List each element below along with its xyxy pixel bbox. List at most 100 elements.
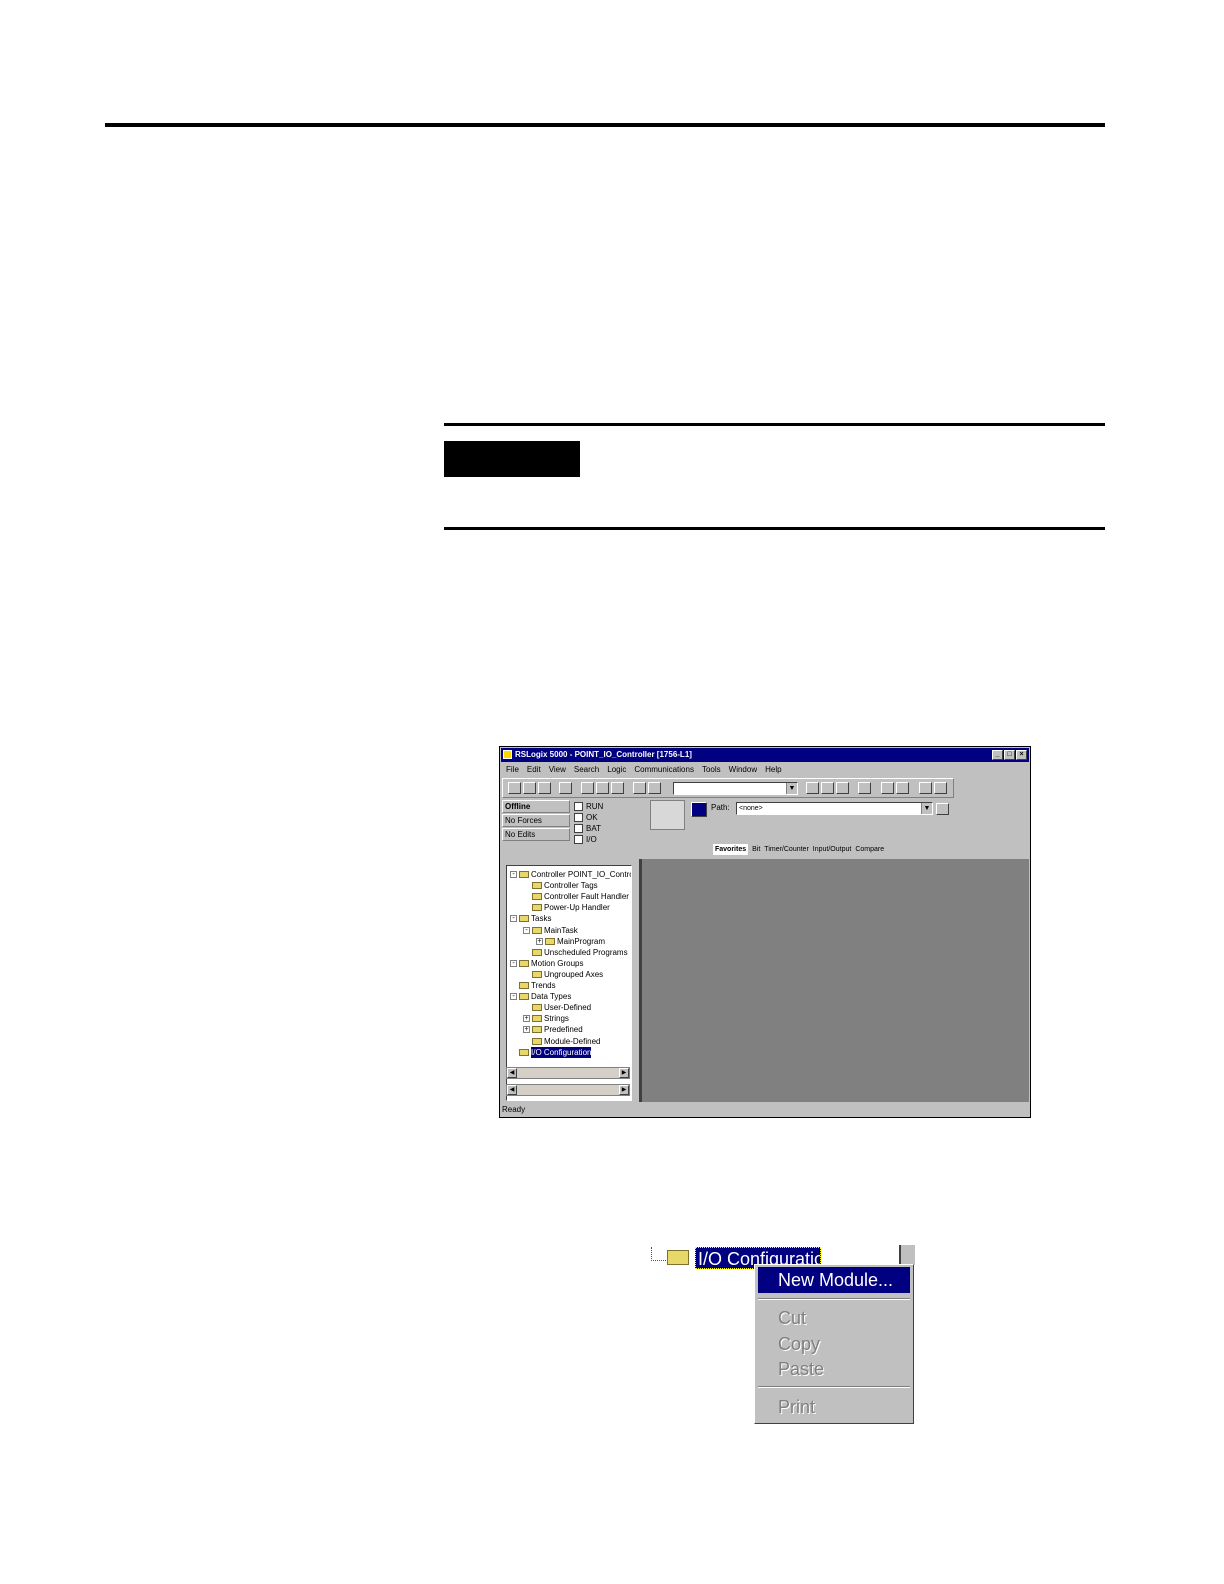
properties-icon[interactable] [896,782,909,794]
zoom-out-icon[interactable] [934,782,947,794]
menu-search[interactable]: Search [574,763,599,776]
menu-file[interactable]: File [506,763,519,776]
tree-line-icon [510,1049,517,1056]
expand-icon[interactable]: + [523,1015,530,1023]
app-icon [503,750,512,759]
tree-line-icon [523,949,530,956]
menu-help[interactable]: Help [765,763,781,776]
save-icon[interactable] [538,782,551,794]
undo-icon[interactable] [633,782,646,794]
tree-node[interactable]: - Motion Groups [510,958,583,969]
cut-menu-item[interactable]: Cut [758,1305,910,1331]
redo-icon[interactable] [648,782,661,794]
scroll-left-icon[interactable]: ◀ [507,1068,517,1078]
forces-status[interactable]: No Forces [502,814,570,827]
tree-node[interactable]: Controller Tags [523,880,598,891]
folder-icon [532,948,542,956]
controller-indicators: RUN OK BAT I/O [574,801,603,845]
paste-menu-item[interactable]: Paste [758,1356,910,1382]
close-button[interactable]: × [1016,750,1027,760]
expand-icon[interactable]: + [523,1026,530,1034]
print-icon[interactable] [559,782,572,794]
note-top-rule [444,423,1105,426]
tree-node[interactable]: User-Defined [523,1002,591,1013]
tree-node[interactable]: Ungrouped Axes [523,969,603,980]
copy-menu-item[interactable]: Copy [758,1331,910,1357]
minimize-button[interactable]: _ [992,750,1003,760]
new-module-menu-item[interactable]: New Module... [758,1267,910,1293]
main-toolbar: ▼ [502,778,954,798]
organizer-hscrollbar[interactable]: ◀ ▶ [506,1067,630,1079]
tree-node[interactable]: Controller Fault Handler [523,891,629,902]
tree-node[interactable]: Trends [510,980,556,991]
open-folder-icon[interactable] [523,782,536,794]
cut-icon[interactable] [581,782,594,794]
scroll-right-icon[interactable]: ▶ [619,1068,629,1078]
tree-node-label: Predefined [544,1025,583,1035]
menu-tools[interactable]: Tools [702,763,721,776]
organizer-hscrollbar-2[interactable]: ◀ ▶ [506,1084,630,1096]
menu-logic[interactable]: Logic [607,763,626,776]
menu-window[interactable]: Window [729,763,757,776]
organizer-icon[interactable] [858,782,871,794]
tree-node[interactable]: - Controller POINT_IO_Controller [510,869,631,880]
tree-node-label: Controller Tags [544,881,598,891]
menu-communications[interactable]: Communications [634,763,694,776]
mode-status[interactable]: Offline [502,800,570,813]
folder-icon [532,893,542,901]
search-combo[interactable]: ▼ [673,782,798,795]
folder-icon [532,926,542,934]
tree-node[interactable]: Unscheduled Programs [523,947,628,958]
tree-node[interactable]: + Strings [523,1013,569,1024]
zoom-in-icon[interactable] [919,782,932,794]
controller-organizer: - Controller POINT_IO_Controller Controlle… [506,865,632,1101]
verify-module-icon[interactable] [836,782,849,794]
path-combo[interactable]: <none> ▼ [736,802,933,815]
print-menu-item[interactable]: Print [758,1394,910,1420]
tree-node[interactable]: + MainProgram [536,936,605,947]
tree-line-icon [523,893,530,900]
collapse-icon[interactable]: - [510,993,517,1001]
tree-node[interactable]: Module-Defined [523,1036,600,1047]
scroll-right-icon[interactable]: ▶ [619,1085,629,1095]
tree-node[interactable]: Power-Up Handler [523,902,610,913]
maximize-button[interactable]: □ [1004,750,1015,760]
menu-edit[interactable]: Edit [527,763,541,776]
verify-routine-icon[interactable] [806,782,819,794]
folder-icon [532,970,542,978]
new-file-icon[interactable] [508,782,521,794]
scroll-left-icon[interactable]: ◀ [507,1085,517,1095]
folder-icon [532,1026,542,1034]
tab-bit[interactable]: Bit [752,844,760,855]
tree-node[interactable]: - Data Types [510,991,571,1002]
who-active-icon[interactable] [936,803,949,815]
tree-line-icon [523,1038,530,1045]
tree-node-label: Power-Up Handler [544,903,610,913]
verify-controller-icon[interactable] [821,782,834,794]
collapse-icon[interactable]: - [510,959,517,967]
tree-node[interactable]: + Predefined [523,1024,583,1035]
tree-line-icon [523,904,530,911]
tree-node-label: Unscheduled Programs [544,947,628,957]
tree-node[interactable]: - MainTask [523,925,578,936]
tree-node-label: I/O Configuration [531,1046,592,1058]
expand-icon[interactable]: + [536,937,543,945]
tree-node[interactable]: - Tasks [510,913,551,924]
collapse-icon[interactable]: - [510,871,517,878]
tab-timer-counter[interactable]: Timer/Counter [764,844,808,855]
tab-input-output[interactable]: Input/Output [813,844,852,855]
edits-status[interactable]: No Edits [502,828,570,841]
collapse-icon[interactable]: - [510,915,517,923]
tab-compare[interactable]: Compare [855,844,884,855]
chevron-down-icon[interactable]: ▼ [921,803,932,814]
watch-icon[interactable] [881,782,894,794]
network-icon[interactable] [691,802,707,817]
copy-icon[interactable] [596,782,609,794]
tree-node[interactable]: I/O Configuration [510,1046,592,1058]
collapse-icon[interactable]: - [523,926,530,934]
tab-favorites[interactable]: Favorites [713,844,749,855]
tree-line-icon [523,971,530,978]
menu-view[interactable]: View [549,763,566,776]
paste-icon[interactable] [611,782,624,794]
chevron-down-icon[interactable]: ▼ [786,783,797,794]
